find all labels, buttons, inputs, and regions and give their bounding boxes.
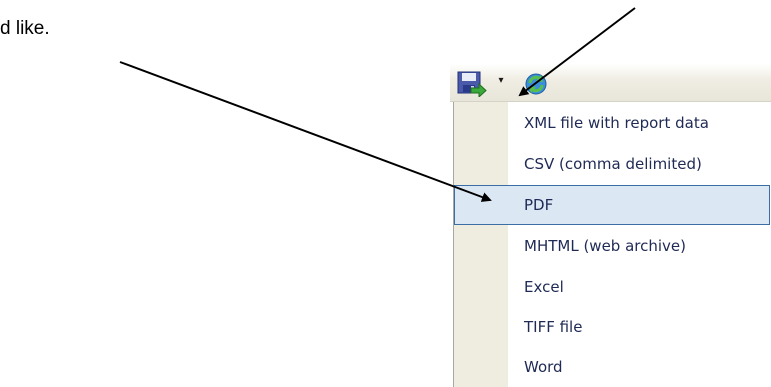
document-text: d like. (0, 18, 50, 39)
menu-item-tiff[interactable]: TIFF file (454, 307, 771, 347)
chevron-down-icon[interactable]: ▾ (495, 74, 507, 88)
menu-item-label: XML file with report data (524, 114, 709, 132)
menu-item-pdf[interactable]: PDF (454, 185, 770, 225)
menu-item-label: Word (524, 358, 563, 376)
menu-item-label: CSV (comma delimited) (524, 155, 702, 173)
report-toolbar: ▾ (450, 64, 771, 102)
menu-item-label: Excel (524, 278, 564, 296)
menu-item-word[interactable]: Word (454, 347, 771, 387)
menu-item-excel[interactable]: Excel (454, 267, 771, 307)
menu-item-mhtml[interactable]: MHTML (web archive) (454, 226, 771, 266)
save-export-icon (457, 71, 487, 97)
menu-item-label: PDF (524, 196, 554, 214)
menu-item-csv[interactable]: CSV (comma delimited) (454, 144, 771, 184)
refresh-icon[interactable] (522, 70, 550, 98)
export-format-menu: XML file with report data CSV (comma del… (453, 102, 771, 387)
export-button[interactable]: ▾ (454, 68, 512, 98)
menu-item-xml[interactable]: XML file with report data (454, 103, 771, 143)
arrow-to-pdf (119, 61, 492, 202)
menu-item-label: MHTML (web archive) (524, 237, 686, 255)
menu-item-label: TIFF file (524, 318, 583, 336)
